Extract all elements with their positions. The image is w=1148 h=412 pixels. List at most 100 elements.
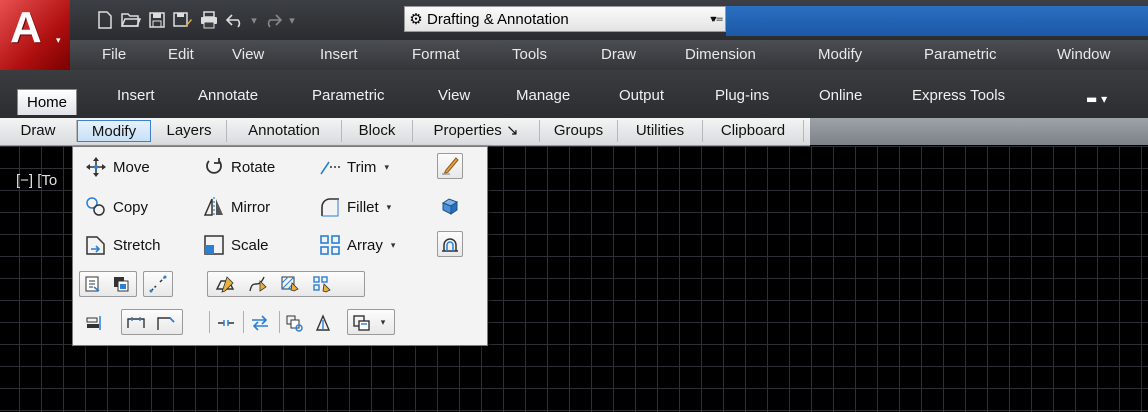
- explode-icon[interactable]: [438, 194, 462, 218]
- copy-label: Copy: [113, 198, 149, 216]
- join-icon[interactable]: [214, 311, 238, 335]
- panel-block[interactable]: Block: [342, 120, 413, 142]
- overkill-icon[interactable]: [350, 311, 374, 335]
- move-button[interactable]: Move: [85, 155, 150, 179]
- undo-dropdown-icon[interactable]: ▾: [250, 14, 258, 27]
- copy-icon: [86, 197, 105, 216]
- menu-insert[interactable]: Insert: [320, 46, 358, 63]
- mirror-button[interactable]: Mirror: [203, 195, 270, 219]
- erase-icon[interactable]: [437, 153, 463, 179]
- tab-manage[interactable]: Manage: [516, 87, 570, 104]
- stretch-label: Stretch: [113, 236, 161, 254]
- menu-parametric[interactable]: Parametric: [924, 46, 997, 63]
- chamfer-icon[interactable]: [154, 311, 178, 335]
- stretch-icon: [86, 236, 105, 255]
- copy-button[interactable]: Copy: [85, 195, 148, 219]
- customize-qat-button[interactable]: ▾=: [708, 8, 726, 30]
- offset-icon[interactable]: [437, 231, 463, 257]
- viewport-controls[interactable]: [−] [To: [16, 172, 57, 189]
- ribbon-tab-bar: Home Insert Annotate Parametric View Man…: [0, 70, 1148, 118]
- array-icon: [320, 235, 340, 255]
- chevron-down-icon[interactable]: ▾: [391, 240, 396, 251]
- tab-home[interactable]: Home: [17, 89, 78, 115]
- workspace-value: Drafting & Annotation: [427, 10, 569, 28]
- tab-parametric[interactable]: Parametric: [312, 87, 385, 104]
- trim-label: Trim: [347, 158, 377, 176]
- save-as-icon[interactable]: [172, 9, 194, 31]
- tab-output[interactable]: Output: [619, 87, 664, 104]
- edit-array-icon[interactable]: [310, 272, 334, 296]
- ribbon-minimize-icon[interactable]: ▬ ▾: [1086, 92, 1107, 106]
- menu-bar: File Edit View Insert Format Tools Draw …: [70, 40, 1148, 70]
- panel-groups[interactable]: Groups: [540, 120, 618, 142]
- edit-spline-icon[interactable]: [246, 272, 270, 296]
- reverse-icon[interactable]: [248, 311, 272, 335]
- tab-plug-ins[interactable]: Plug-ins: [715, 87, 769, 104]
- edit-polyline-icon[interactable]: [213, 272, 237, 296]
- menu-dimension[interactable]: Dimension: [685, 46, 756, 63]
- menu-format[interactable]: Format: [412, 46, 460, 63]
- chevron-down-icon: ▾: [56, 36, 61, 46]
- tab-annotate[interactable]: Annotate: [198, 87, 258, 104]
- separator: [209, 311, 210, 333]
- menu-view[interactable]: View: [232, 46, 264, 63]
- panel-utilities[interactable]: Utilities: [618, 120, 703, 142]
- rotate-button[interactable]: Rotate: [203, 155, 275, 179]
- stretch-button[interactable]: Stretch: [85, 233, 161, 257]
- menu-draw[interactable]: Draw: [601, 46, 636, 63]
- edit-hatch-icon[interactable]: [278, 272, 302, 296]
- array-button[interactable]: Array ▾: [319, 233, 395, 257]
- panel-clipboard[interactable]: Clipboard: [703, 120, 804, 142]
- menu-modify[interactable]: Modify: [818, 46, 862, 63]
- tab-view[interactable]: View: [438, 87, 470, 104]
- redo-dropdown-icon[interactable]: ▾: [288, 14, 296, 27]
- chevron-down-icon[interactable]: ▾: [387, 202, 392, 213]
- menu-file[interactable]: File: [102, 46, 126, 63]
- tab-insert[interactable]: Insert: [117, 87, 155, 104]
- fillet-button[interactable]: Fillet ▾: [319, 195, 391, 219]
- move-icon: [86, 157, 106, 177]
- align-icon[interactable]: [81, 311, 105, 335]
- mirror-icon: [203, 197, 223, 217]
- new-icon[interactable]: [94, 9, 116, 31]
- panel-modify[interactable]: Modify: [77, 120, 151, 142]
- quick-access-toolbar: ▾ ▾: [94, 6, 296, 34]
- gear-icon: ⚙: [409, 11, 423, 28]
- tab-online[interactable]: Online: [819, 87, 862, 104]
- menu-window[interactable]: Window: [1057, 46, 1110, 63]
- workspace-switcher[interactable]: ⚙ Drafting & Annotation ▾: [404, 6, 726, 32]
- separator: [243, 311, 244, 333]
- redo-icon[interactable]: [262, 9, 284, 31]
- application-menu-button[interactable]: A ▾: [0, 0, 70, 70]
- plot-icon[interactable]: [198, 9, 220, 31]
- trim-button[interactable]: Trim ▾: [319, 155, 389, 179]
- panel-properties[interactable]: Properties ↘: [413, 120, 540, 142]
- move-label: Move: [113, 158, 150, 176]
- menu-edit[interactable]: Edit: [168, 46, 194, 63]
- title-area: [726, 6, 1148, 36]
- chevron-down-icon[interactable]: ▾: [374, 311, 392, 335]
- scale-label: Scale: [231, 236, 269, 254]
- panel-annotation[interactable]: Annotation: [227, 120, 342, 142]
- separator: [279, 311, 280, 333]
- open-icon[interactable]: [120, 9, 142, 31]
- lengthen-icon[interactable]: [311, 311, 335, 335]
- chevron-down-icon[interactable]: ▾: [384, 162, 389, 173]
- undo-icon[interactable]: [224, 9, 246, 31]
- modify-panel-dropdown: Move Rotate Trim ▾ Copy Mirror Fillet ▾ …: [72, 146, 488, 346]
- panel-layers[interactable]: Layers: [152, 120, 227, 142]
- blend-curves-icon[interactable]: [283, 311, 307, 335]
- fillet-label: Fillet: [347, 198, 379, 216]
- ribbon-panel-bar-empty: [810, 118, 1148, 145]
- draw-order-icon[interactable]: [109, 272, 133, 296]
- scale-button[interactable]: Scale: [203, 233, 269, 257]
- rotate-icon: [206, 158, 222, 174]
- autocad-logo-icon: A: [10, 3, 42, 52]
- menu-tools[interactable]: Tools: [512, 46, 547, 63]
- chamfer-join-icon[interactable]: [124, 311, 148, 335]
- save-icon[interactable]: [146, 9, 168, 31]
- panel-draw[interactable]: Draw: [0, 120, 77, 142]
- tab-express-tools[interactable]: Express Tools: [912, 87, 1005, 104]
- change-space-icon[interactable]: [81, 272, 105, 296]
- break-icon[interactable]: [146, 272, 170, 296]
